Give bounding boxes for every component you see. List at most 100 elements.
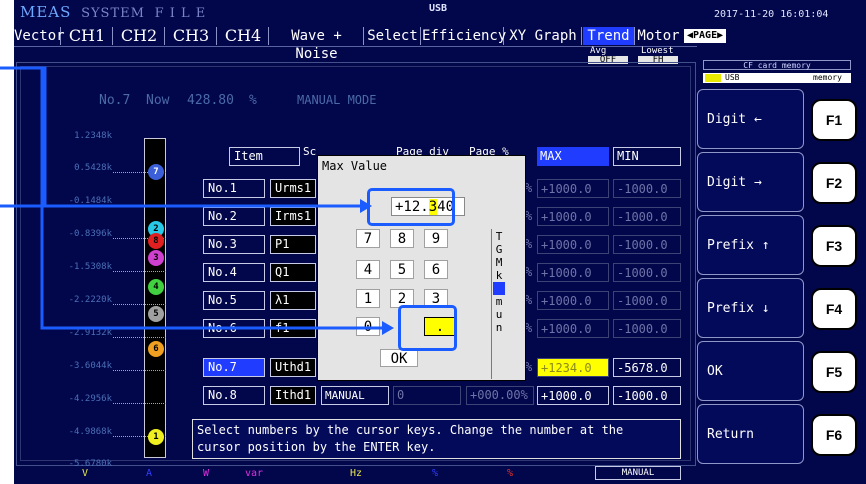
scale-label: 0.5428k	[74, 163, 112, 173]
usb-memory: USB memory	[703, 73, 851, 83]
row-number[interactable]: No.2	[203, 207, 265, 226]
prefix-down-button[interactable]: Prefix ↓	[697, 278, 804, 338]
tab-vector[interactable]: Vector	[14, 27, 65, 45]
tab-xy-graph[interactable]: XY Graph	[505, 27, 582, 45]
header-item: Item	[229, 147, 300, 166]
f6-key[interactable]: F6	[811, 414, 857, 456]
key-4[interactable]: 4	[356, 260, 380, 279]
tab-wave-noise[interactable]: Wave + Noise	[270, 27, 364, 62]
unit-label: A	[146, 468, 153, 479]
prefix-up-button[interactable]: Prefix ↑	[697, 215, 804, 275]
row-min[interactable]: -1000.0	[613, 319, 681, 338]
tab-motor[interactable]: Motor	[636, 27, 681, 45]
usb-memory-indicator	[705, 74, 721, 82]
usb-memory-label: USB	[725, 73, 740, 82]
key-5[interactable]: 5	[390, 260, 414, 279]
status-now: Now	[146, 93, 170, 108]
row-item[interactable]: P1	[270, 235, 316, 254]
f1-key[interactable]: F1	[811, 99, 857, 141]
prefix-item[interactable]: G	[493, 243, 505, 256]
avg-label: Avg	[590, 46, 607, 56]
key-0[interactable]: 0	[356, 317, 380, 336]
meas-mode[interactable]: MEAS	[20, 3, 71, 21]
dialog-title: Max Value	[322, 159, 388, 173]
tab-efficiency[interactable]: Efficiency	[422, 27, 506, 45]
ok-button[interactable]: OK	[697, 341, 804, 401]
tab-trend[interactable]: Trend	[583, 27, 635, 45]
prefix-item[interactable]: T	[493, 230, 505, 243]
tab-ch1[interactable]: CH1	[62, 27, 113, 45]
row-max[interactable]: +1000.0	[537, 291, 609, 310]
row-item[interactable]: Uthd1	[270, 358, 316, 377]
row-max[interactable]: +1000.0	[537, 207, 609, 226]
tab-ch4[interactable]: CH4	[218, 27, 269, 45]
row-max[interactable]: +1000.0	[537, 386, 609, 405]
row-item[interactable]: Q1	[270, 263, 316, 282]
row-scale[interactable]: MANUAL	[321, 386, 389, 405]
unit-label: W	[203, 468, 210, 479]
prefix-item[interactable]: M	[493, 256, 505, 269]
ok-key[interactable]: OK	[380, 349, 418, 367]
row-min[interactable]: -1000.0	[613, 263, 681, 282]
prefix-item[interactable]: u	[493, 308, 505, 321]
row-number[interactable]: No.4	[203, 263, 265, 282]
row-number[interactable]: No.6	[203, 319, 265, 338]
key-9[interactable]: 9	[424, 229, 448, 248]
row-item[interactable]: Ithd1	[270, 386, 316, 405]
value-callout	[367, 188, 455, 226]
help-line: Select numbers by the cursor keys. Chang…	[197, 423, 624, 437]
key-7[interactable]: 7	[356, 229, 380, 248]
row-item[interactable]: λ1	[270, 291, 316, 310]
key-6[interactable]: 6	[424, 260, 448, 279]
f5-key[interactable]: F5	[811, 351, 857, 393]
row-page-div[interactable]: 0	[393, 386, 461, 405]
tab-ch2[interactable]: CH2	[114, 27, 165, 45]
row-min[interactable]: -1000.0	[613, 179, 681, 198]
key-1[interactable]: 1	[356, 289, 380, 308]
prefix-item-selected[interactable]	[493, 282, 505, 295]
page-button[interactable]: ◀PAGE▶	[684, 29, 727, 43]
f4-key[interactable]: F4	[811, 288, 857, 330]
tab-select[interactable]: Select	[365, 27, 421, 45]
row-min[interactable]: -1000.0	[613, 207, 681, 226]
row-item[interactable]: Urms1	[270, 179, 316, 198]
help-line: cursor position by the ENTER key.	[197, 440, 436, 454]
return-button[interactable]: Return	[697, 404, 804, 464]
key-8[interactable]: 8	[390, 229, 414, 248]
row-number[interactable]: No.1	[203, 179, 265, 198]
channel-marker: 4	[148, 279, 164, 295]
row-max[interactable]: +1000.0	[537, 263, 609, 282]
file-mode[interactable]: F I L E	[155, 6, 207, 21]
scale-tick	[113, 271, 166, 272]
row-item[interactable]: f1	[270, 319, 316, 338]
row-min[interactable]: -5678.0	[613, 358, 681, 377]
system-mode[interactable]: SYSTEM	[81, 6, 145, 21]
row-max[interactable]: +1000.0	[537, 179, 609, 198]
prefix-item[interactable]: n	[493, 321, 505, 334]
digit-left-button[interactable]: Digit ←	[697, 89, 804, 149]
row-max[interactable]: +1000.0	[537, 319, 609, 338]
row-max[interactable]: +1000.0	[537, 235, 609, 254]
prefix-item[interactable]: k	[493, 269, 505, 282]
row-number[interactable]: No.3	[203, 235, 265, 254]
instrument-screen: MEAS SYSTEM F I L E USB 2017-11-20 16:01…	[14, 0, 866, 484]
digit-right-button[interactable]: Digit →	[697, 152, 804, 212]
row-number[interactable]: No.5	[203, 291, 265, 310]
header-scale: Scale	[303, 147, 317, 157]
f3-key[interactable]: F3	[811, 225, 857, 267]
row-number-selected[interactable]: No.7	[203, 358, 265, 377]
row-item[interactable]: Irms1	[270, 207, 316, 226]
f2-key[interactable]: F2	[811, 162, 857, 204]
row-page-pct[interactable]: +000.00%	[466, 386, 534, 405]
row-min[interactable]: -1000.0	[613, 386, 681, 405]
unit-label: Hz	[350, 468, 363, 479]
cf-memory: CF card memory	[703, 60, 851, 70]
row-number[interactable]: No.8	[203, 386, 265, 405]
row-max-selected[interactable]: +1234.0	[537, 358, 609, 377]
unit-label: var	[245, 468, 264, 479]
prefix-item[interactable]: m	[493, 295, 505, 308]
tab-ch3[interactable]: CH3	[166, 27, 217, 45]
unit-label: V	[82, 468, 89, 479]
row-min[interactable]: -1000.0	[613, 235, 681, 254]
row-min[interactable]: -1000.0	[613, 291, 681, 310]
